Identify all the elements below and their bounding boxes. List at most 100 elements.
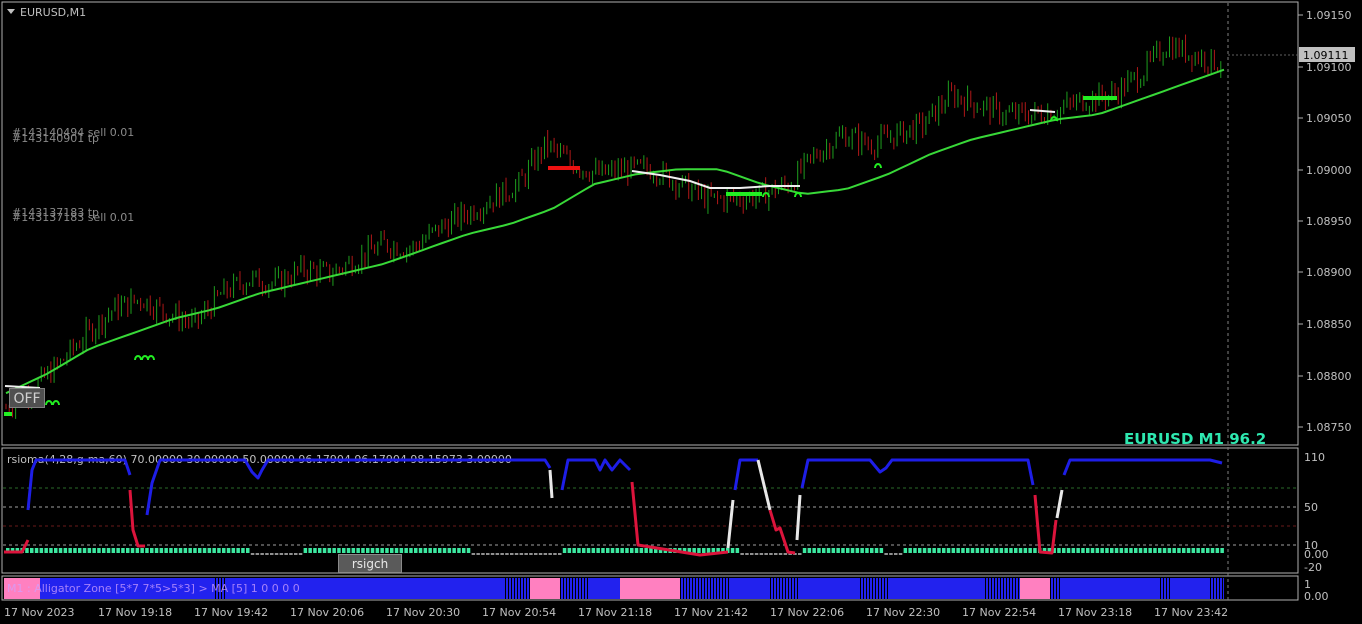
zone-stripe [1000, 578, 1001, 599]
svg-text:17 Nov 22:06: 17 Nov 22:06 [770, 606, 844, 619]
histogram-bar [164, 548, 168, 553]
zone-segment [1060, 578, 1160, 599]
histogram-bar [399, 548, 404, 553]
histogram-bar [380, 548, 384, 553]
histogram-bar [994, 548, 999, 553]
histogram-bar [956, 548, 960, 553]
svg-text:17 Nov 19:42: 17 Nov 19:42 [194, 606, 268, 619]
zone-stripe [572, 578, 573, 599]
histogram-bar [462, 548, 466, 553]
histogram-bar [529, 553, 533, 555]
zone-segment [620, 578, 680, 599]
zone-stripe [520, 578, 521, 599]
histogram-bar [92, 548, 96, 553]
zone-stripe [563, 578, 564, 599]
histogram-bar [255, 553, 260, 555]
zone-stripe [794, 578, 795, 599]
zone-stripe [878, 578, 879, 599]
histogram-bar [150, 548, 154, 553]
zone-stripe [884, 578, 885, 599]
histogram-bar [154, 548, 159, 553]
histogram-bar [610, 548, 615, 553]
histogram-bar [159, 548, 164, 553]
zone-stripe [698, 578, 699, 599]
histogram-bar [428, 548, 432, 553]
histogram-bar [625, 548, 629, 553]
histogram-bar [414, 548, 418, 553]
zone-stripe [1003, 578, 1004, 599]
svg-text:17 Nov 23:18: 17 Nov 23:18 [1058, 606, 1132, 619]
histogram-bar [865, 548, 869, 553]
zone-stripe [695, 578, 696, 599]
chart-menu-icon[interactable] [7, 9, 15, 14]
buy-signal-marker [726, 192, 762, 196]
histogram-bar [860, 548, 864, 553]
histogram-bar [1153, 548, 1157, 553]
histogram-bar [447, 548, 452, 553]
histogram-bar [246, 548, 250, 553]
zone-stripe [560, 578, 561, 599]
indicator1-axis: 110 50 10 0.00 -20 [1304, 451, 1329, 574]
histogram-bar [145, 548, 149, 553]
histogram-bar [1162, 548, 1167, 553]
histogram-bar [193, 548, 197, 553]
histogram-bar [601, 548, 605, 553]
histogram-bar [452, 548, 456, 553]
histogram-bar [1004, 548, 1008, 553]
histogram-bar [937, 548, 941, 553]
histogram-bar [313, 548, 317, 553]
histogram-bar [1110, 548, 1114, 553]
histogram-bar [351, 548, 356, 553]
histogram-bar [231, 548, 236, 553]
histogram-bar [87, 548, 92, 553]
histogram-bar [644, 548, 648, 553]
rsi-line [4, 458, 1223, 557]
histogram-bar [284, 553, 288, 555]
zone-stripe [988, 578, 989, 599]
zone-stripe [997, 578, 998, 599]
histogram-bar [404, 548, 408, 553]
histogram-bar [831, 548, 836, 553]
zone-stripe [701, 578, 702, 599]
zone-stripe [692, 578, 693, 599]
histogram-bar [178, 548, 183, 553]
zone-stripe [770, 578, 771, 599]
histogram-bar [1143, 548, 1148, 553]
order-label: #143137183 sell 0.01 [12, 211, 134, 224]
zone-stripe [991, 578, 992, 599]
histogram-bar [274, 553, 279, 555]
svg-text:17 Nov 19:18: 17 Nov 19:18 [98, 606, 172, 619]
histogram-bar [879, 548, 884, 553]
histogram-bar [639, 548, 644, 553]
current-price-label: 1.09111 [1303, 49, 1349, 62]
histogram-bar [97, 548, 101, 553]
zone-stripe [887, 578, 888, 599]
histogram-bar [798, 553, 802, 555]
histogram-bar [1196, 548, 1200, 553]
indicator2-title: M1 : Alligator Zone [5*7 7*5>5*3] > MA [… [7, 582, 300, 595]
histogram-bar [596, 548, 600, 553]
svg-text:1.08900: 1.08900 [1306, 266, 1352, 279]
zone-stripe [985, 578, 986, 599]
histogram-bar [534, 553, 538, 555]
arrow-markers [45, 116, 1058, 406]
svg-text:1.09150: 1.09150 [1306, 9, 1352, 22]
histogram-bar [1090, 548, 1095, 553]
zone-segment [985, 578, 1020, 599]
histogram-bar [361, 548, 365, 553]
histogram-bar [82, 548, 87, 553]
histogram-bar [44, 548, 48, 553]
histogram-bar [932, 548, 936, 553]
zone-segment [530, 578, 560, 599]
zone-stripe [791, 578, 792, 599]
zone-segment [915, 578, 985, 599]
svg-text:0.00: 0.00 [1304, 548, 1329, 561]
histogram-bar [1138, 548, 1143, 553]
histogram-bar [1119, 548, 1124, 553]
histogram-bar [769, 553, 773, 555]
buy-signal-marker [4, 412, 12, 416]
off-button[interactable]: OFF [9, 388, 45, 408]
rsigch-button[interactable]: rsigch [338, 554, 402, 573]
svg-text:1.08850: 1.08850 [1306, 318, 1352, 331]
histogram-bar [692, 548, 696, 553]
